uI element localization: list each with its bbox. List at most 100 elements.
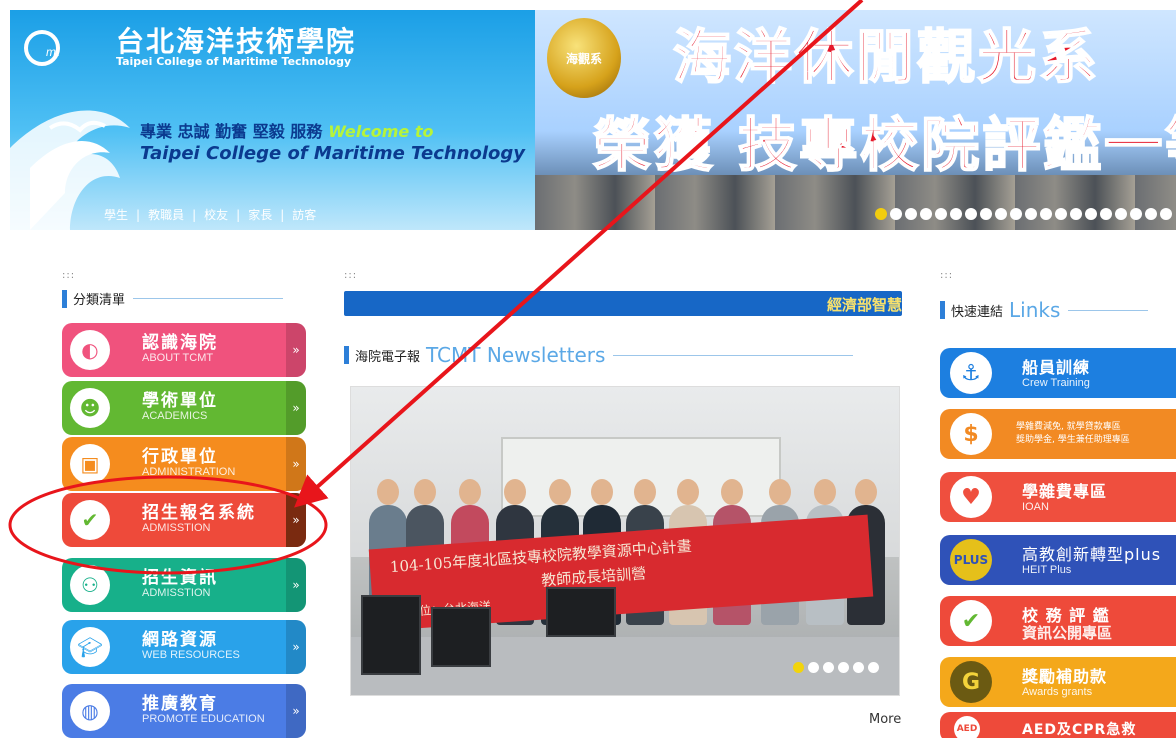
header-divider <box>133 298 284 299</box>
menu-promote-education[interactable]: ◍ 推廣教育 PROMOTE EDUCATION » <box>62 684 306 738</box>
nav-separator: | <box>192 208 197 222</box>
menu-label-en: ADMISSTION <box>142 587 211 599</box>
menu-administration[interactable]: ▣ 行政單位 ADMINISTRATION » <box>62 437 306 491</box>
banner-headline-1: 海洋休閒觀光系 <box>672 22 1101 92</box>
menu-label-cn: 網路資源 <box>142 630 218 650</box>
svg-text:mt: mt <box>46 45 60 59</box>
slide-dot[interactable] <box>1100 208 1112 220</box>
photo-person-head <box>459 479 481 505</box>
nav-students[interactable]: 學生 <box>104 208 128 222</box>
link-label-en: IOAN <box>1022 501 1049 513</box>
more-link[interactable]: More <box>869 712 901 727</box>
news-ticker[interactable]: 經濟部智慧 <box>344 291 902 316</box>
banner-headline-2: 榮獲 技專校院評鑑一等 <box>592 110 1176 180</box>
link-label-cn: 船員訓練 <box>1022 358 1091 377</box>
photo-person-head <box>855 479 877 505</box>
slide-dot[interactable] <box>920 208 932 220</box>
nav-parents[interactable]: 家長 <box>248 208 272 222</box>
slide-dot[interactable] <box>1115 208 1127 220</box>
slide-dot[interactable] <box>905 208 917 220</box>
link-label-en2: 資訊公開專區 <box>1022 625 1113 642</box>
slide-dot[interactable] <box>1145 208 1157 220</box>
slide-dot[interactable] <box>980 208 992 220</box>
middle-dots: ::: <box>344 270 358 281</box>
banner-slide-dots[interactable] <box>875 208 1172 220</box>
slide-dot[interactable] <box>950 208 962 220</box>
newsletter-title-cn: 海院電子報 <box>355 349 421 365</box>
newsletter-slide-dots[interactable] <box>793 662 879 673</box>
link-aed-cpr[interactable]: AED AED及CPR急救 <box>940 712 1176 738</box>
link-label-en: HEIT Plus <box>1022 564 1072 576</box>
photo-person-head <box>769 479 791 505</box>
slide-dot[interactable] <box>875 208 887 220</box>
slide-dot[interactable] <box>995 208 1007 220</box>
menu-label-en: ACADEMICS <box>142 410 208 422</box>
menu-admission-info[interactable]: ⚇ 招生資訊 ADMISSTION » <box>62 558 306 612</box>
slide-dot[interactable] <box>1160 208 1172 220</box>
category-list-title: 分類清單 <box>73 293 126 308</box>
motto-text: 專業 忠誠 勤奮 堅毅 服務 <box>140 122 323 141</box>
nav-visitors[interactable]: 訪客 <box>292 208 316 222</box>
newsletter-photo[interactable]: 104-105年度北區技專校院教學資源中心計畫 教師成長培訓營 主辦單位：台北海… <box>350 386 900 696</box>
links-title-en: Links <box>1009 298 1061 322</box>
link-evaluation[interactable]: ✔ 校 務 評 鑑 資訊公開專區 <box>940 596 1176 646</box>
school-name-cn[interactable]: 台北海洋技術學院 <box>116 20 356 60</box>
slide-dot[interactable] <box>823 662 834 673</box>
slide-dot[interactable] <box>1040 208 1052 220</box>
photo-person-head <box>504 479 526 505</box>
chevron-right-icon: » <box>286 620 306 674</box>
link-tuition-zone[interactable]: ♥ 學雜費專區 IOAN <box>940 472 1176 522</box>
link-label-cn: AED及CPR急救 <box>1022 722 1137 738</box>
checklist-icon: ✔ <box>950 600 992 642</box>
chevron-right-icon: » <box>286 684 306 738</box>
link-awards-grants[interactable]: G 獎勵補助款 Awards grants <box>940 657 1176 707</box>
person-icon: ☻ <box>70 388 110 428</box>
slide-dot[interactable] <box>1130 208 1142 220</box>
slide-dot[interactable] <box>935 208 947 220</box>
dollar-icon: $ <box>950 413 992 455</box>
menu-label-en: ADMINISTRATION <box>142 466 236 478</box>
slide-dot[interactable] <box>838 662 849 673</box>
link-tuition-aid[interactable]: $ 學雜費減免, 就學貸款專區 獎助學金, 學生兼任助理專區 <box>940 409 1176 459</box>
monitor-icon: ▣ <box>70 444 110 484</box>
header-divider <box>613 354 854 356</box>
nav-staff[interactable]: 教職員 <box>148 208 184 222</box>
menu-label-en: ADMISSTION <box>142 522 211 534</box>
menu-academics[interactable]: ☻ 學術單位 ACADEMICS » <box>62 381 306 435</box>
slide-dot[interactable] <box>793 662 804 673</box>
audience-nav: 學生 | 教職員 | 校友 | 家長 | 訪客 <box>104 206 316 223</box>
anchor-icon: ⚓ <box>950 352 992 394</box>
graduation-cap-icon: 🎓︎ <box>70 627 110 667</box>
school-logo-icon[interactable]: mt <box>24 30 84 66</box>
slide-dot[interactable] <box>868 662 879 673</box>
slide-dot[interactable] <box>808 662 819 673</box>
slide-dot[interactable] <box>1025 208 1037 220</box>
menu-about[interactable]: ◐ 認識海院 ABOUT TCMT » <box>62 323 306 377</box>
header-bar <box>344 346 349 364</box>
slide-dot[interactable] <box>1070 208 1082 220</box>
nav-alumni[interactable]: 校友 <box>204 208 228 222</box>
link-heit-plus[interactable]: PLUS 高教創新轉型plus HEIT Plus <box>940 535 1176 585</box>
slide-dot[interactable] <box>890 208 902 220</box>
menu-label-en: PROMOTE EDUCATION <box>142 713 265 725</box>
promo-banner[interactable]: 海觀系 海洋休閒觀光系 榮獲 技專校院評鑑一等 <box>535 10 1176 230</box>
slide-dot[interactable] <box>853 662 864 673</box>
left-dots: ::: <box>62 270 76 281</box>
photo-person-head <box>814 479 836 505</box>
photo-monitor <box>546 587 616 637</box>
link-label-cn: 高教創新轉型plus <box>1022 545 1162 564</box>
g-coin-icon: G <box>950 661 992 703</box>
links-header: 快速連結 Links <box>940 298 1149 322</box>
menu-admission-system[interactable]: ✔ 招生報名系統 ADMISSTION » <box>62 493 306 547</box>
slide-dot[interactable] <box>1085 208 1097 220</box>
slide-dot[interactable] <box>965 208 977 220</box>
menu-web-resources[interactable]: 🎓︎ 網路資源 WEB RESOURCES » <box>62 620 306 674</box>
nav-separator: | <box>280 208 285 222</box>
links-title-cn: 快速連結 <box>951 304 1004 320</box>
ticker-text[interactable]: 經濟部智慧 <box>827 294 902 315</box>
chevron-right-icon: » <box>286 558 306 612</box>
link-crew-training[interactable]: ⚓ 船員訓練 Crew Training <box>940 348 1176 398</box>
slide-dot[interactable] <box>1010 208 1022 220</box>
slide-dot[interactable] <box>1055 208 1067 220</box>
aed-icon: AED <box>954 716 980 738</box>
